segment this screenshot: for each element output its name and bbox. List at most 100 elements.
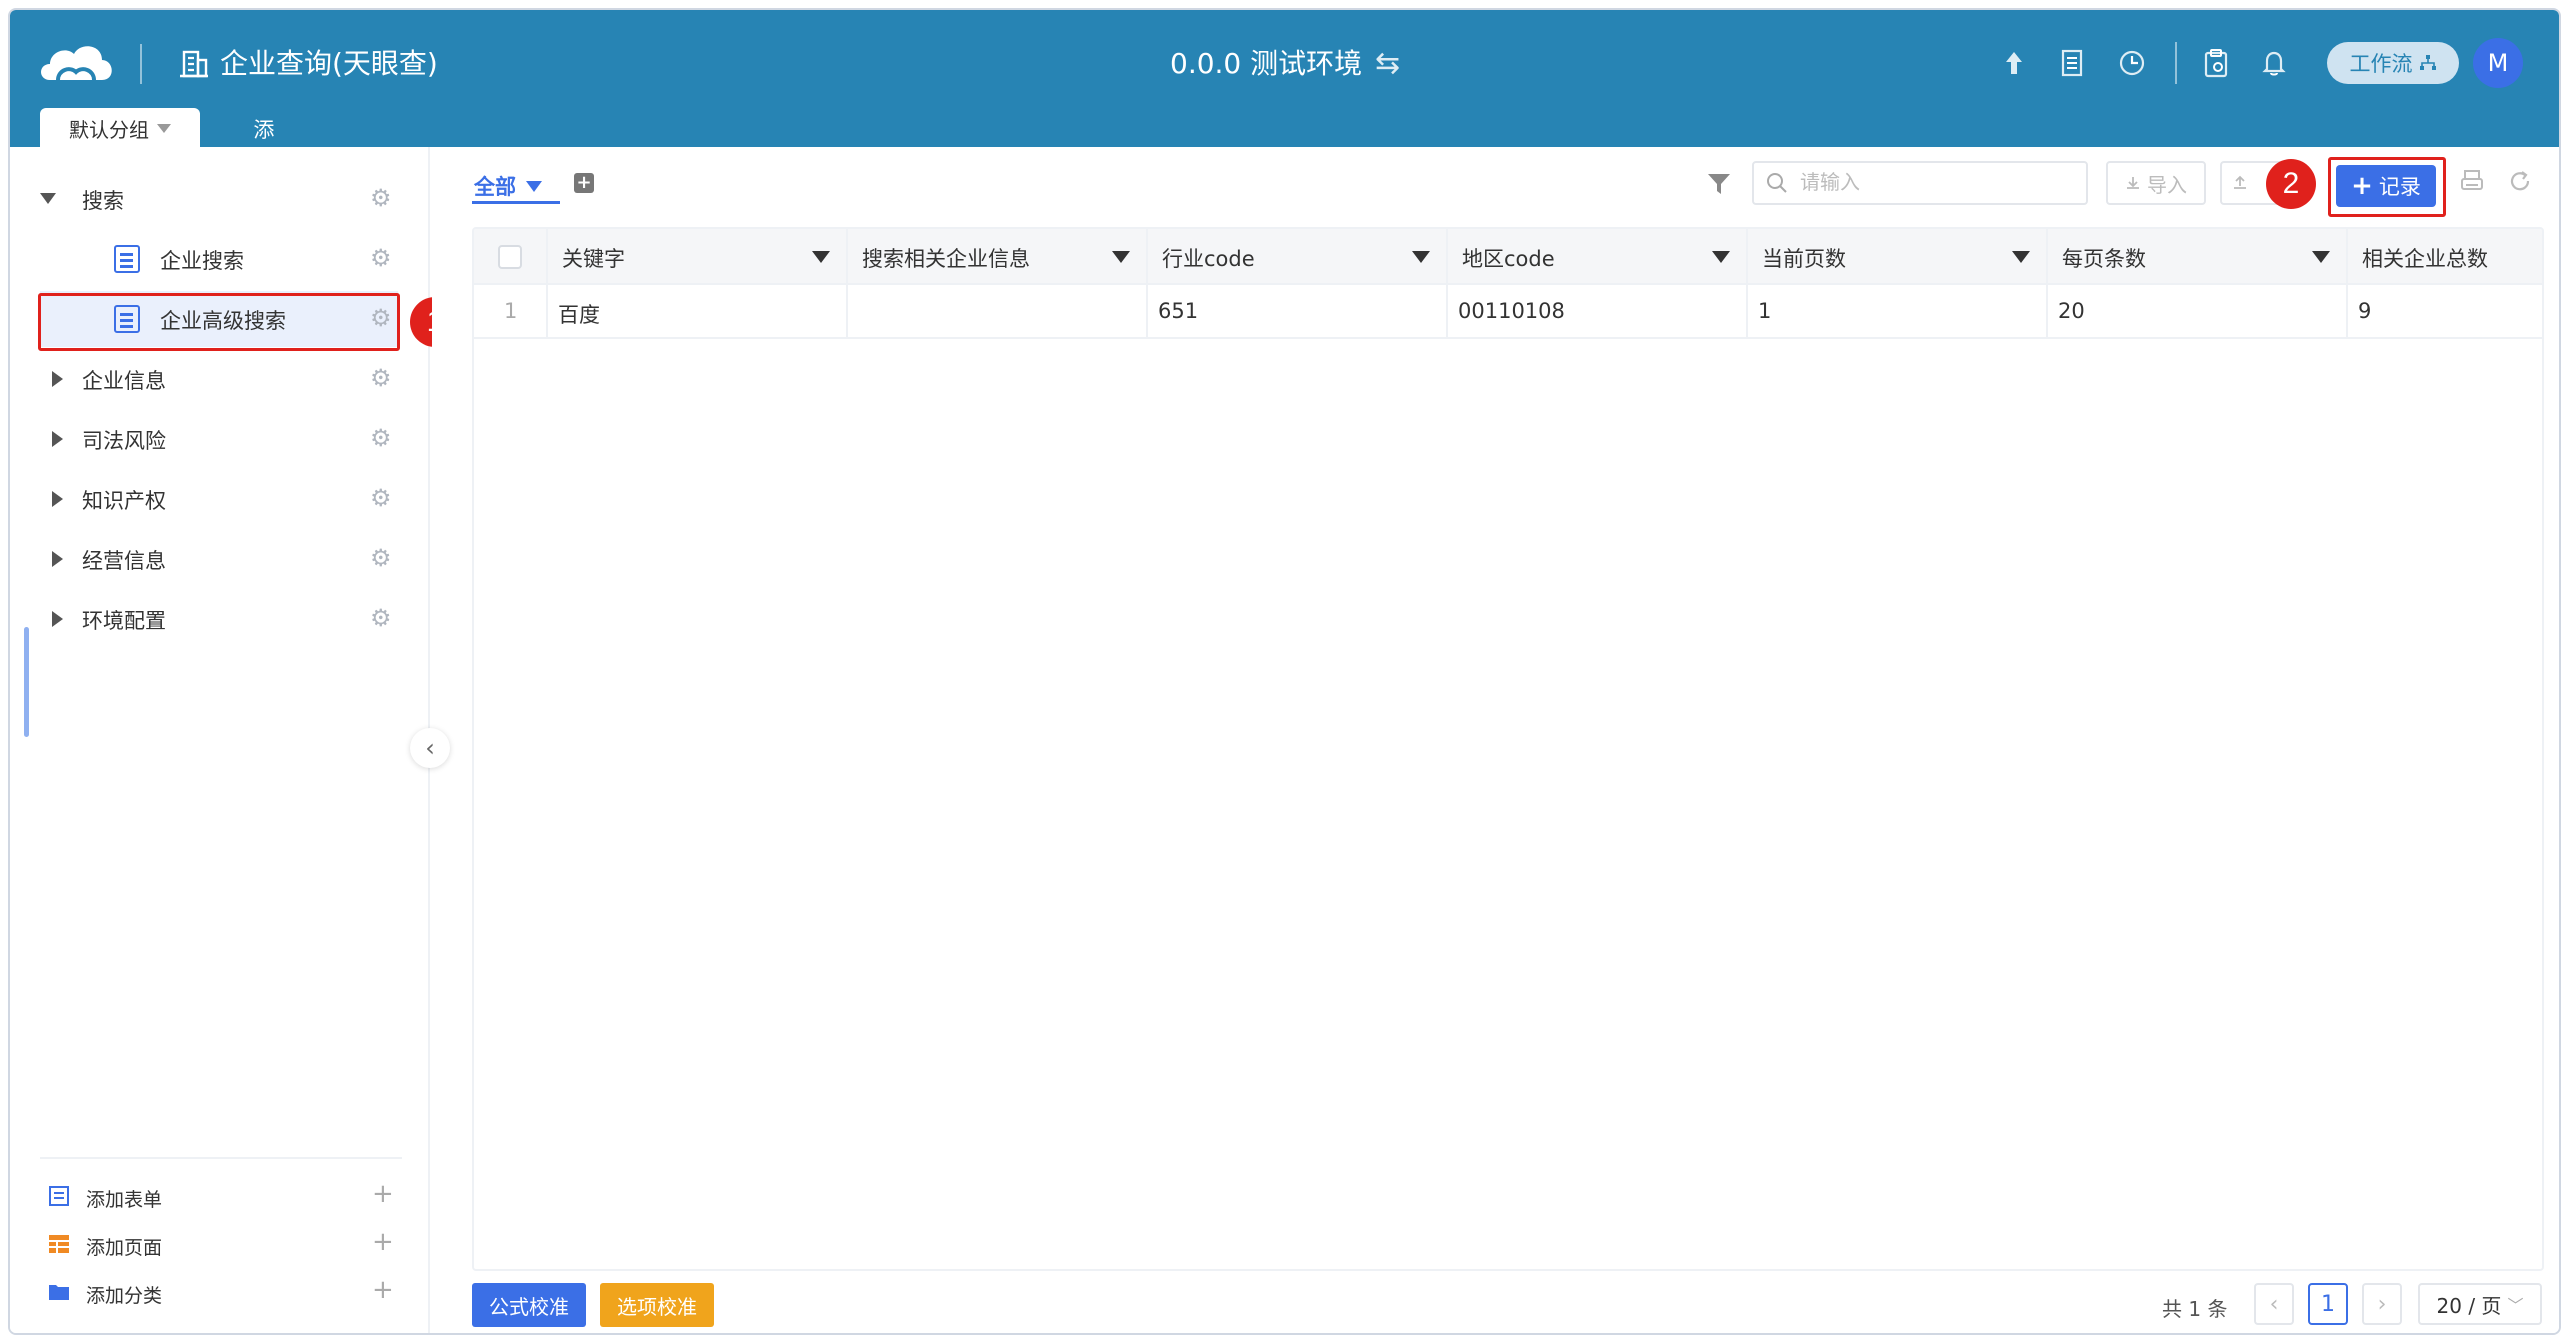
- add-form-button[interactable]: 添加表单 +: [10, 1177, 410, 1217]
- sidebar-item-search[interactable]: 搜索 ⚙: [10, 171, 400, 227]
- column-header[interactable]: 搜索相关企业信息: [848, 229, 1148, 285]
- app-title[interactable]: 企业查询(天眼查): [220, 44, 438, 84]
- sidebar-item-company-search[interactable]: 企业搜索 ⚙: [10, 231, 400, 287]
- row-number: 1: [504, 299, 518, 323]
- table-cell[interactable]: 9: [2348, 285, 2542, 339]
- gear-icon[interactable]: ⚙: [370, 246, 394, 270]
- filter-icon[interactable]: [1706, 171, 1732, 197]
- cell-value: 20: [2058, 299, 2085, 323]
- table-cell[interactable]: 00110108: [1448, 285, 1748, 339]
- plus-icon[interactable]: +: [372, 1179, 394, 1209]
- caret-down-icon[interactable]: [1412, 251, 1430, 263]
- environment-title[interactable]: 0.0.0 测试环境: [1170, 44, 1362, 84]
- page-number-button[interactable]: 1: [2308, 1283, 2348, 1325]
- column-header[interactable]: 每页条数: [2048, 229, 2348, 285]
- add-category-button[interactable]: 添加分类 +: [10, 1273, 410, 1313]
- column-header[interactable]: 相关企业总数: [2348, 229, 2542, 285]
- sidebar-item-intellectual-property[interactable]: 知识产权 ⚙: [10, 471, 400, 527]
- clock-icon[interactable]: [2115, 46, 2149, 80]
- page-size-value: 20 / 页: [2436, 1293, 2502, 1318]
- row-number-cell: 1: [474, 285, 548, 339]
- table-cell[interactable]: 百度: [548, 285, 848, 339]
- sidebar-item-company-info[interactable]: 企业信息 ⚙: [10, 351, 400, 407]
- caret-down-icon[interactable]: [1112, 251, 1130, 263]
- swap-icon[interactable]: ⇆: [1375, 46, 1400, 81]
- option-check-button[interactable]: 选项校准: [600, 1283, 714, 1327]
- page-size-select[interactable]: 20 / 页 ﹀: [2418, 1283, 2542, 1325]
- sidebar-item-label: 企业信息: [82, 369, 166, 393]
- chevron-down-icon: [157, 124, 171, 133]
- gear-icon[interactable]: ⚙: [370, 486, 394, 510]
- column-header[interactable]: 当前页数: [1748, 229, 2048, 285]
- gear-icon[interactable]: ⚙: [370, 366, 394, 390]
- sidebar-item-judicial-risk[interactable]: 司法风险 ⚙: [10, 411, 400, 467]
- add-view-button[interactable]: +: [574, 173, 594, 193]
- tab-default-group[interactable]: 默认分组: [40, 108, 200, 149]
- plus-icon[interactable]: +: [372, 1227, 394, 1257]
- caret-down-icon[interactable]: [1712, 251, 1730, 263]
- sidebar-item-label: 企业搜索: [160, 249, 244, 273]
- column-header[interactable]: 地区code: [1448, 229, 1748, 285]
- header-divider: [140, 44, 142, 84]
- table-icon: [49, 1235, 69, 1253]
- header-separator: [2175, 42, 2177, 84]
- highlight-box-1: [38, 293, 400, 351]
- table-cell[interactable]: 651: [1148, 285, 1448, 339]
- sidebar-item-env-config[interactable]: 环境配置 ⚙: [10, 591, 400, 647]
- workflow-button[interactable]: 工作流: [2327, 42, 2459, 84]
- cell-value: 00110108: [1458, 299, 1565, 323]
- cell-value: 9: [2358, 299, 2372, 323]
- gear-icon[interactable]: ⚙: [370, 606, 394, 630]
- sidebar-item-business-info[interactable]: 经营信息 ⚙: [10, 531, 400, 587]
- table-row[interactable]: 1 百度 651 00110108 1 20 9: [474, 285, 2542, 339]
- add-category-label: 添加分类: [86, 1285, 163, 1307]
- caret-down-icon[interactable]: [812, 251, 830, 263]
- document-icon[interactable]: [2055, 46, 2089, 80]
- download-icon: [2127, 177, 2139, 189]
- form-icon: [114, 245, 140, 273]
- bell-icon[interactable]: [2257, 46, 2291, 80]
- gear-icon[interactable]: ⚙: [370, 426, 394, 450]
- workflow-icon: [2419, 55, 2436, 70]
- caret-down-icon[interactable]: [2012, 251, 2030, 263]
- gear-icon[interactable]: ⚙: [370, 186, 394, 210]
- app-window: 企业查询(天眼查) 0.0.0 测试环境 ⇆ 工作流 M 默认分组 添 搜索 ⚙…: [8, 8, 2561, 1335]
- print-icon[interactable]: [2458, 169, 2486, 197]
- search-input-wrapper[interactable]: [1752, 161, 2088, 205]
- caret-right-icon[interactable]: [52, 491, 63, 507]
- prev-page-button[interactable]: ‹: [2254, 1283, 2294, 1325]
- refresh-icon[interactable]: [2506, 169, 2534, 197]
- formula-check-button[interactable]: 公式校准: [472, 1283, 586, 1327]
- building-icon: [180, 50, 208, 78]
- user-avatar[interactable]: M: [2473, 38, 2523, 88]
- gear-icon[interactable]: ⚙: [370, 546, 394, 570]
- cloud-logo-icon[interactable]: [36, 36, 116, 86]
- import-button[interactable]: 导入: [2106, 161, 2206, 205]
- caret-down-icon[interactable]: [2312, 251, 2330, 263]
- caret-right-icon[interactable]: [52, 611, 63, 627]
- upload-icon[interactable]: [1997, 46, 2031, 80]
- sidebar-item-label: 司法风险: [82, 429, 166, 453]
- select-all-checkbox[interactable]: [498, 245, 522, 269]
- data-table: 关键字 搜索相关企业信息 行业code 地区code 当前页数 每页条数 相关企…: [472, 227, 2544, 1271]
- next-page-button[interactable]: ›: [2362, 1283, 2402, 1325]
- table-cell[interactable]: 1: [1748, 285, 2048, 339]
- caret-right-icon[interactable]: [52, 371, 63, 387]
- tab-default-group-label: 默认分组: [69, 118, 149, 142]
- sidebar-item-label: 经营信息: [82, 549, 166, 573]
- sidebar-scrollbar[interactable]: [24, 627, 29, 737]
- collapse-sidebar-button[interactable]: ‹: [410, 728, 450, 768]
- search-icon: [1767, 173, 1787, 193]
- add-page-button[interactable]: 添加页面 +: [10, 1225, 410, 1265]
- column-header[interactable]: 行业code: [1148, 229, 1448, 285]
- caret-right-icon[interactable]: [52, 431, 63, 447]
- clipboard-icon[interactable]: [2199, 46, 2233, 80]
- plus-icon[interactable]: +: [372, 1275, 394, 1305]
- caret-right-icon[interactable]: [52, 551, 63, 567]
- caret-down-icon[interactable]: [40, 193, 56, 204]
- table-cell[interactable]: [848, 285, 1148, 339]
- table-cell[interactable]: 20: [2048, 285, 2348, 339]
- view-tab-all[interactable]: 全部: [474, 171, 542, 201]
- column-header[interactable]: 关键字: [548, 229, 848, 285]
- search-input[interactable]: [1800, 169, 2080, 197]
